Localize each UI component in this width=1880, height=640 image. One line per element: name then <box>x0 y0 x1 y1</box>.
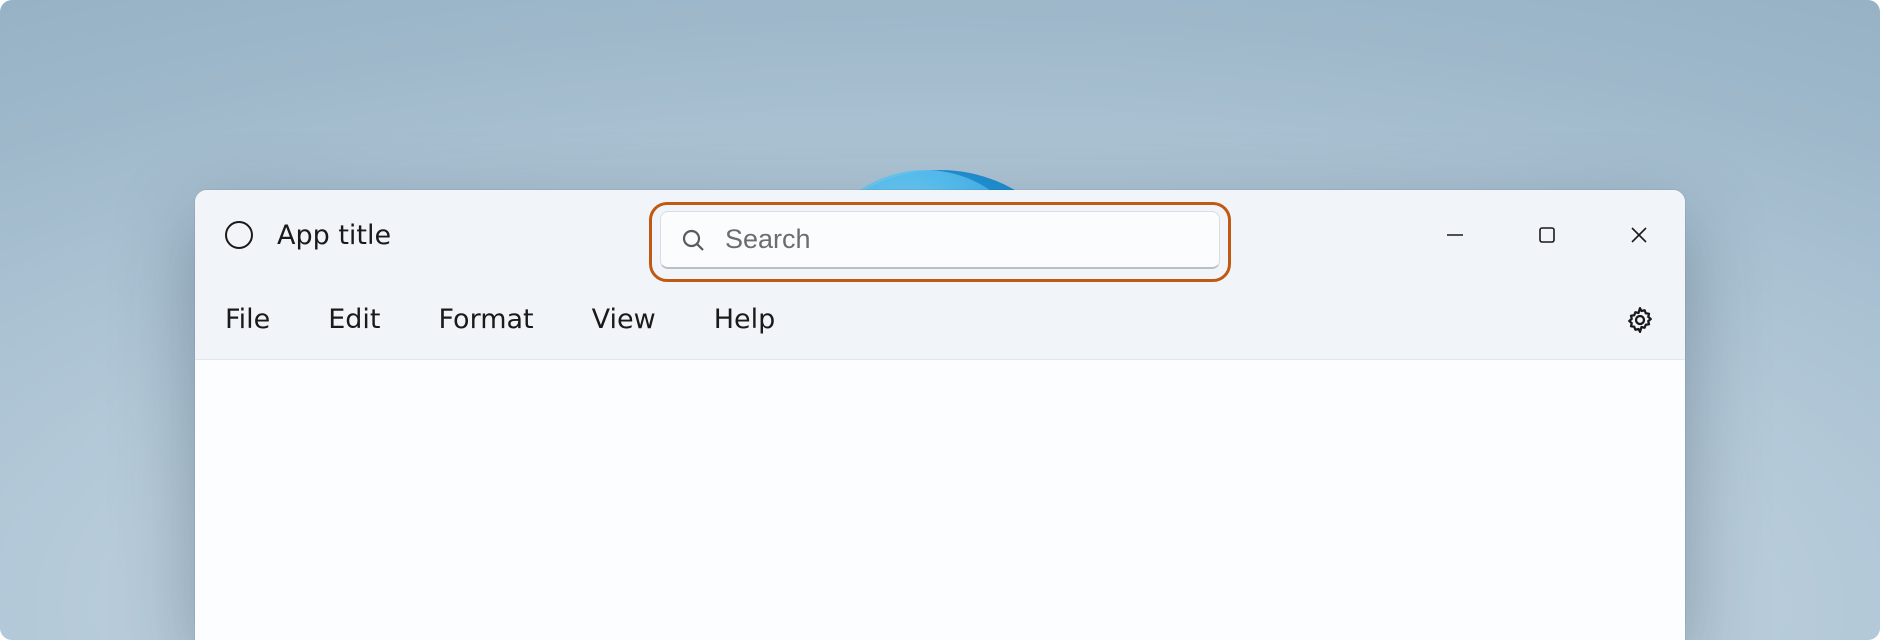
title-bar[interactable]: App title <box>195 190 1685 280</box>
app-window: App title <box>195 190 1685 640</box>
title-bar-center <box>649 202 1231 282</box>
annotation-highlight <box>649 202 1231 282</box>
close-button[interactable] <box>1593 190 1685 280</box>
menu-bar: File Edit Format View Help <box>195 280 1685 360</box>
gear-icon[interactable] <box>1625 305 1655 335</box>
minimize-button[interactable] <box>1409 190 1501 280</box>
desktop-background: App title <box>0 0 1880 640</box>
content-area <box>195 360 1685 640</box>
menu-view[interactable]: View <box>592 304 656 335</box>
search-icon <box>681 228 705 252</box>
app-icon <box>225 221 253 249</box>
menu-file[interactable]: File <box>225 304 270 335</box>
maximize-button[interactable] <box>1501 190 1593 280</box>
menu-help[interactable]: Help <box>714 304 776 335</box>
menu-edit[interactable]: Edit <box>328 304 380 335</box>
search-box[interactable] <box>660 211 1220 269</box>
search-input[interactable] <box>725 224 1199 255</box>
app-title: App title <box>277 220 391 251</box>
menu-format[interactable]: Format <box>438 304 533 335</box>
caption-controls <box>1409 190 1685 280</box>
